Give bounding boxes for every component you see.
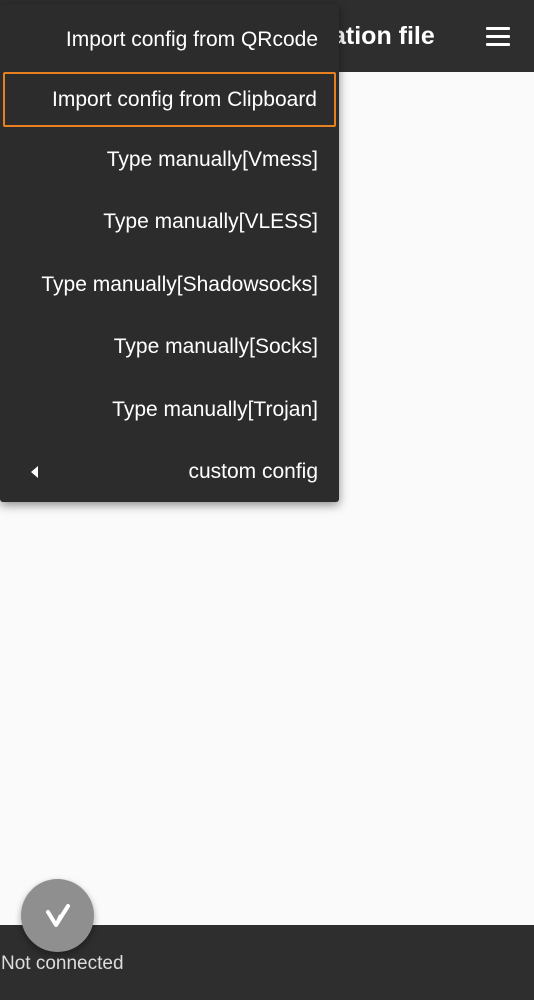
menu-item-label: custom config [188, 460, 318, 483]
popup-menu: Import config from QRcode Import config … [0, 4, 339, 502]
menu-item-type-shadowsocks[interactable]: Type manually[Shadowsocks] [0, 254, 339, 316]
menu-item-import-clipboard[interactable]: Import config from Clipboard [3, 72, 336, 127]
chevron-left-icon [31, 466, 38, 478]
app-bar-title: ation file [332, 22, 435, 50]
menu-item-import-qrcode[interactable]: Import config from QRcode [0, 9, 339, 71]
connection-status-text: Not connected [1, 953, 124, 974]
menu-item-label: Import config from QRcode [65, 28, 318, 51]
menu-item-type-trojan[interactable]: Type manually[Trojan] [0, 379, 339, 441]
menu-item-type-socks[interactable]: Type manually[Socks] [0, 316, 339, 378]
menu-item-label: Type manually[Trojan] [112, 398, 318, 421]
menu-item-label: Type manually[Socks] [113, 335, 318, 358]
menu-item-type-vmess[interactable]: Type manually[Vmess] [0, 129, 339, 191]
connect-button[interactable] [21, 879, 94, 952]
v-logo-icon [45, 903, 70, 927]
menu-item-label: Import config from Clipboard [52, 87, 317, 111]
menu-item-label: Type manually[Shadowsocks] [41, 273, 318, 296]
menu-item-label: Type manually[VLESS] [103, 210, 318, 233]
hamburger-menu-icon[interactable] [478, 18, 518, 54]
menu-item-type-vless[interactable]: Type manually[VLESS] [0, 191, 339, 253]
menu-item-custom-config[interactable]: custom config [0, 441, 339, 503]
menu-item-label: Type manually[Vmess] [106, 148, 318, 171]
